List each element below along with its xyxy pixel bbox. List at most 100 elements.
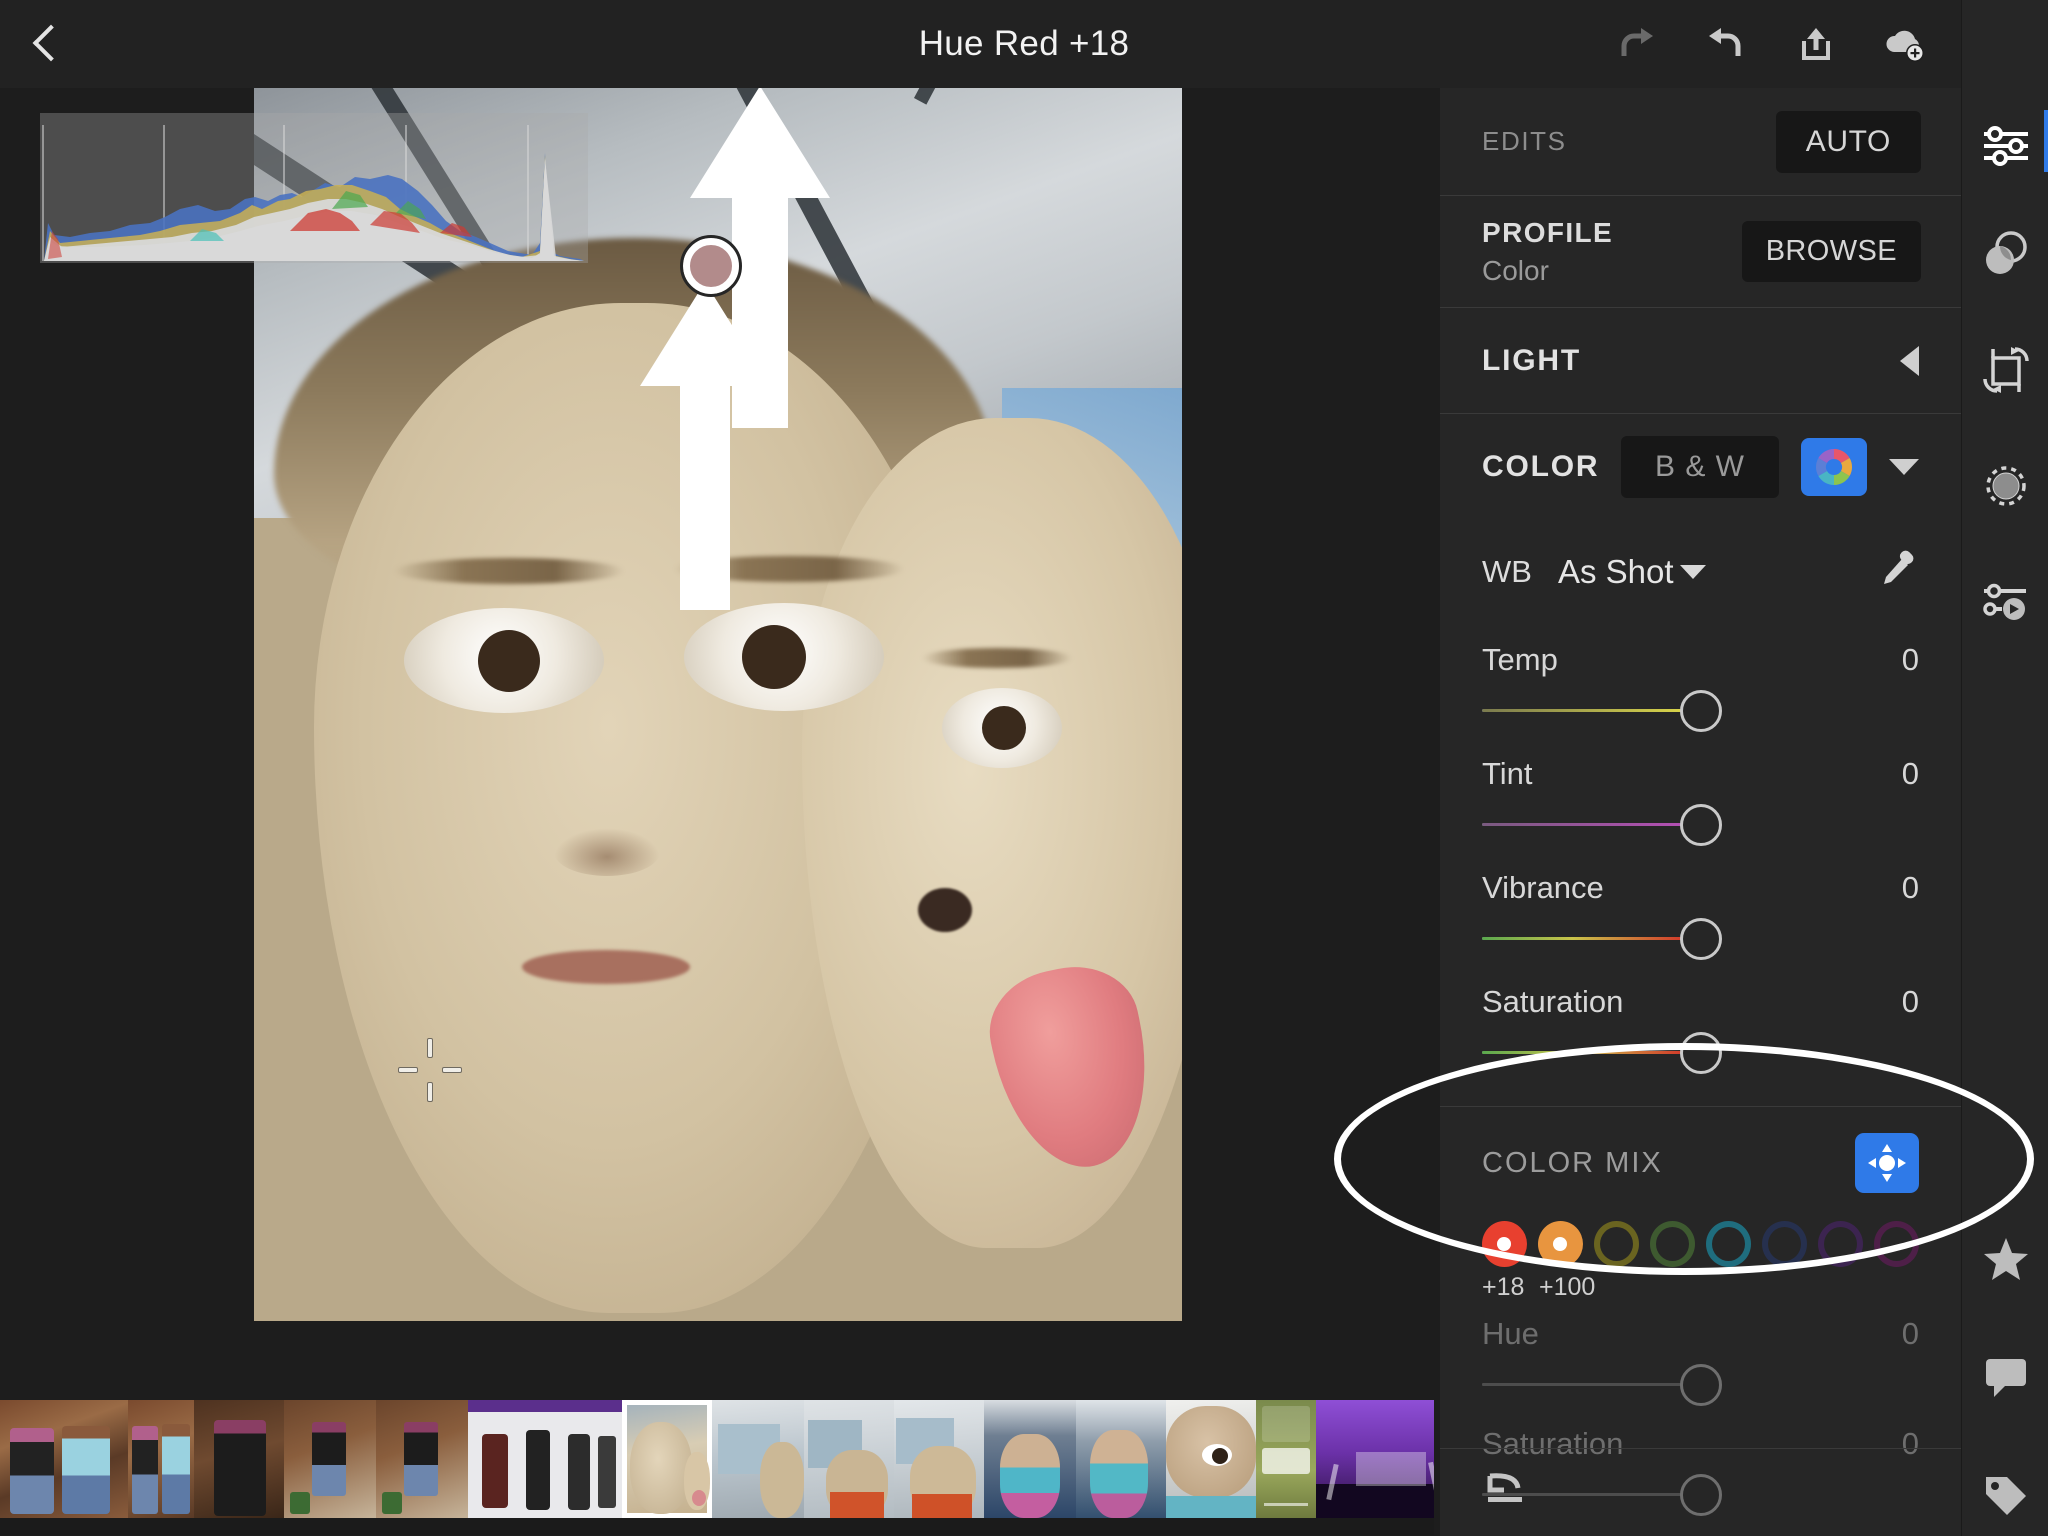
photo-eye <box>942 688 1062 768</box>
sidebar-item-rating[interactable] <box>1962 1200 2048 1318</box>
right-toolbar-top <box>1962 96 2048 660</box>
slider-knob[interactable] <box>1680 1364 1722 1406</box>
slider-mix-hue[interactable]: Hue 0 <box>1482 1316 1919 1412</box>
sidebar-item-edit[interactable] <box>1962 96 2048 196</box>
slider-track[interactable] <box>1482 912 1919 966</box>
swatch-magenta[interactable] <box>1874 1221 1919 1267</box>
bw-button[interactable]: B & W <box>1621 436 1779 498</box>
list-item[interactable] <box>128 1400 194 1518</box>
slider-track[interactable] <box>1482 798 1919 852</box>
color-wheel-icon[interactable] <box>1801 438 1867 496</box>
sidebar-item-keywords[interactable] <box>1962 1436 2048 1536</box>
top-toolbar: Hue Red +18 <box>0 0 2048 88</box>
list-item[interactable] <box>622 1400 712 1518</box>
slider-knob[interactable] <box>1680 918 1722 960</box>
slider-knob[interactable] <box>1680 1032 1722 1074</box>
rgb-histogram[interactable] <box>40 113 588 263</box>
histogram-curves <box>40 113 588 263</box>
light-label: LIGHT <box>1482 344 1581 378</box>
list-item[interactable] <box>1316 1400 1434 1518</box>
add-to-cloud-button[interactable] <box>1882 20 1930 68</box>
sidebar-item-presets[interactable] <box>1962 196 2048 312</box>
redo-button[interactable] <box>1612 20 1660 68</box>
slider-vibrance[interactable]: Vibrance 0 <box>1440 870 1961 966</box>
slider-label: Saturation <box>1482 984 1623 1020</box>
swatch-red[interactable] <box>1482 1221 1527 1267</box>
list-item[interactable] <box>984 1400 1076 1518</box>
slider-track[interactable] <box>1482 684 1919 738</box>
swatch-green[interactable] <box>1650 1221 1695 1267</box>
slider-saturation[interactable]: Saturation 0 <box>1440 984 1961 1080</box>
swatch-aqua[interactable] <box>1706 1221 1751 1267</box>
right-toolbar <box>1961 0 2048 1536</box>
list-item[interactable] <box>894 1400 984 1518</box>
slider-knob[interactable] <box>1680 690 1722 732</box>
list-item[interactable] <box>1256 1400 1316 1518</box>
slider-knob[interactable] <box>1680 804 1722 846</box>
reset-undo-icon[interactable] <box>1482 1470 1530 1515</box>
sidebar-item-crop[interactable] <box>1962 312 2048 428</box>
lightroom-editor: Hue Red +18 <box>0 0 2048 1536</box>
photo-eye <box>404 608 604 713</box>
swatch-purple[interactable] <box>1818 1221 1863 1267</box>
list-item[interactable] <box>804 1400 894 1518</box>
photo-pupil <box>982 706 1026 750</box>
crosshair-target-icon <box>398 1038 462 1102</box>
photo-nose <box>554 828 660 876</box>
undo-button[interactable] <box>1702 20 1750 68</box>
list-item[interactable] <box>1076 1400 1166 1518</box>
slider-track[interactable] <box>1482 1358 1919 1412</box>
chevron-left-icon <box>34 24 56 64</box>
slider-label: Hue <box>1482 1316 1539 1352</box>
light-section-header[interactable]: LIGHT <box>1440 308 1961 414</box>
color-picker-swatch[interactable] <box>683 238 739 294</box>
list-item[interactable] <box>468 1400 622 1518</box>
slider-value: 0 <box>1902 642 1919 678</box>
photo-nostril <box>918 888 972 932</box>
active-indicator <box>2044 110 2048 172</box>
slider-tint[interactable]: Tint 0 <box>1440 756 1961 852</box>
color-mix-swatches[interactable] <box>1482 1221 1919 1267</box>
share-button[interactable] <box>1792 20 1840 68</box>
top-actions <box>1612 0 2020 88</box>
list-item[interactable] <box>284 1400 376 1518</box>
triangle-left-icon[interactable] <box>1900 346 1919 376</box>
swatch-orange[interactable] <box>1538 1221 1583 1267</box>
auto-button[interactable]: AUTO <box>1776 111 1921 173</box>
slider-value: 0 <box>1902 870 1919 906</box>
wb-value: As Shot <box>1558 553 1674 591</box>
color-section-header: COLOR B & W <box>1440 414 1961 520</box>
slider-value: 0 <box>1902 984 1919 1020</box>
wb-dropdown[interactable]: As Shot <box>1558 553 1706 591</box>
chevron-down-icon[interactable] <box>1889 459 1919 475</box>
targeted-adjustment-icon[interactable] <box>1855 1133 1919 1193</box>
slider-temp[interactable]: Temp 0 <box>1440 642 1961 738</box>
back-button[interactable] <box>0 0 90 88</box>
swatch-blue[interactable] <box>1762 1221 1807 1267</box>
profile-value: Color <box>1482 255 1613 287</box>
profile-label: PROFILE <box>1482 217 1613 249</box>
list-item[interactable] <box>712 1400 804 1518</box>
edits-row: EDITS AUTO <box>1440 88 1961 196</box>
swatch-values: +18 +100 <box>1482 1273 1919 1302</box>
filmstrip[interactable] <box>0 1400 1434 1535</box>
list-item[interactable] <box>1166 1400 1256 1518</box>
sidebar-item-comments[interactable] <box>1962 1318 2048 1436</box>
eyedropper-icon[interactable] <box>1875 548 1919 597</box>
list-item[interactable] <box>194 1400 284 1518</box>
color-mix-label: COLOR MIX <box>1482 1147 1663 1180</box>
right-toolbar-bottom <box>1962 1200 2048 1536</box>
list-item[interactable] <box>376 1400 468 1518</box>
slider-track[interactable] <box>1482 1026 1919 1080</box>
list-item[interactable] <box>0 1400 128 1518</box>
swatch-yellow[interactable] <box>1594 1221 1639 1267</box>
swatch-value-red: +18 <box>1482 1273 1539 1302</box>
image-canvas[interactable] <box>0 88 1434 1536</box>
wb-label: WB <box>1482 554 1532 590</box>
browse-button[interactable]: BROWSE <box>1742 221 1921 282</box>
slider-label: Temp <box>1482 642 1558 678</box>
sidebar-item-healing[interactable] <box>1962 428 2048 544</box>
slider-value: 0 <box>1902 1316 1919 1352</box>
slider-value: 0 <box>1902 756 1919 792</box>
sidebar-item-versions[interactable] <box>1962 544 2048 660</box>
